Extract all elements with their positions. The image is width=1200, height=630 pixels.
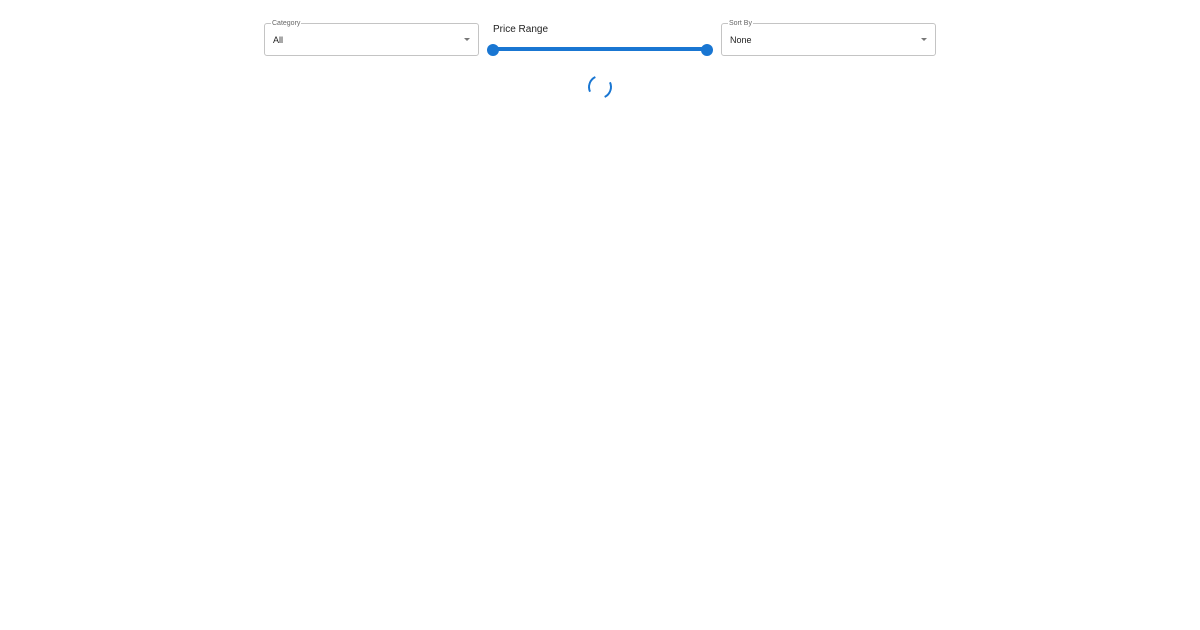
loading-spinner-icon — [584, 71, 616, 103]
price-range-max-thumb[interactable] — [701, 44, 713, 56]
dropdown-arrow-icon — [464, 38, 470, 41]
sort-by-label: Sort By — [728, 19, 753, 28]
dropdown-arrow-icon — [921, 38, 927, 41]
category-select[interactable]: Category All — [264, 19, 479, 56]
sort-by-select[interactable]: Sort By None — [721, 19, 936, 56]
sort-by-value: None — [730, 35, 752, 45]
category-value: All — [273, 35, 284, 45]
price-range-track[interactable] — [493, 47, 707, 51]
category-label: Category — [271, 19, 302, 28]
price-range-label: Price Range — [493, 24, 549, 35]
price-range-min-thumb[interactable] — [487, 44, 499, 56]
